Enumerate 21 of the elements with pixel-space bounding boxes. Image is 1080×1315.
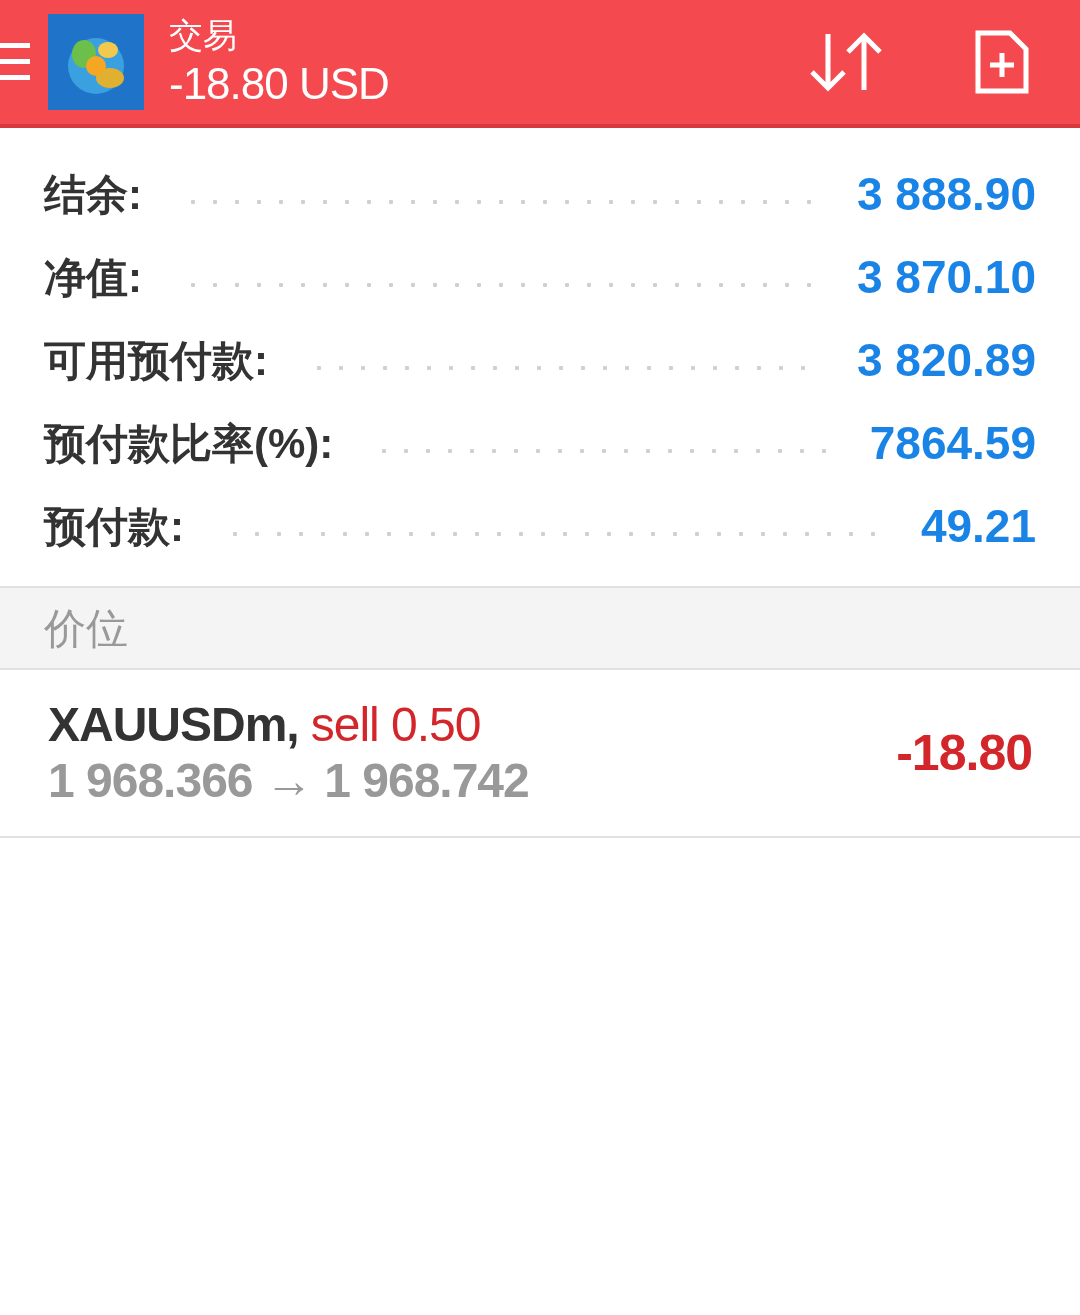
new-order-icon[interactable] [974,29,1030,95]
position-row[interactable]: XAUUSDm, sell 0.50 1 968.366 → 1 968.742 -18.80 [0,670,1080,838]
position-symbol: XAUUSDm, [48,697,299,753]
summary-label: 净值: [44,253,142,303]
position-profit: -18.80 [896,723,1032,783]
summary-label: 可用预付款: [44,336,268,386]
summary-label: 结余: [44,170,142,220]
summary-label: 预付款: [44,502,184,552]
position-prices: 1 968.366 → 1 968.742 [48,753,530,809]
screen-title: 交易 [169,15,238,56]
summary-value: 3 870.10 [856,250,1036,305]
section-title: 价位 [44,603,128,654]
summary-label: 预付款比率(%): [44,419,334,469]
summary-value: 7864.59 [869,416,1036,471]
menu-icon[interactable] [0,41,30,83]
summary-value: 3 820.89 [856,333,1036,388]
summary-value: 49.21 [920,499,1036,554]
sort-icon[interactable] [808,30,884,94]
summary-value: 3 888.90 [856,167,1036,222]
total-profit: -18.80 USD [169,58,389,110]
position-direction: sell 0.50 [310,697,481,753]
